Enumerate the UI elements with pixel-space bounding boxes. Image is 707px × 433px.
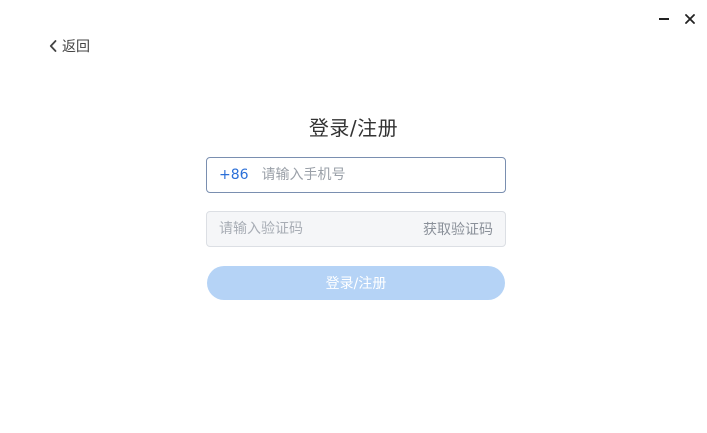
verification-code-input[interactable] — [219, 214, 423, 244]
phone-field[interactable]: +86 — [206, 157, 506, 193]
back-button[interactable]: 返回 — [49, 36, 90, 56]
chevron-left-icon — [49, 40, 57, 52]
minimize-icon — [659, 17, 669, 20]
minimize-button[interactable] — [655, 10, 673, 28]
verification-code-field[interactable]: 获取验证码 — [206, 211, 506, 247]
close-icon — [685, 14, 695, 24]
close-button[interactable] — [681, 10, 699, 28]
page-title: 登录/注册 — [308, 116, 399, 140]
get-code-button[interactable]: 获取验证码 — [423, 219, 493, 239]
phone-input[interactable] — [261, 160, 505, 190]
country-code[interactable]: +86 — [219, 167, 249, 183]
login-window: 返回 登录/注册 +86 获取验证码 登录/注册 — [0, 0, 707, 433]
back-label: 返回 — [62, 39, 90, 55]
login-register-button[interactable]: 登录/注册 — [207, 266, 505, 300]
